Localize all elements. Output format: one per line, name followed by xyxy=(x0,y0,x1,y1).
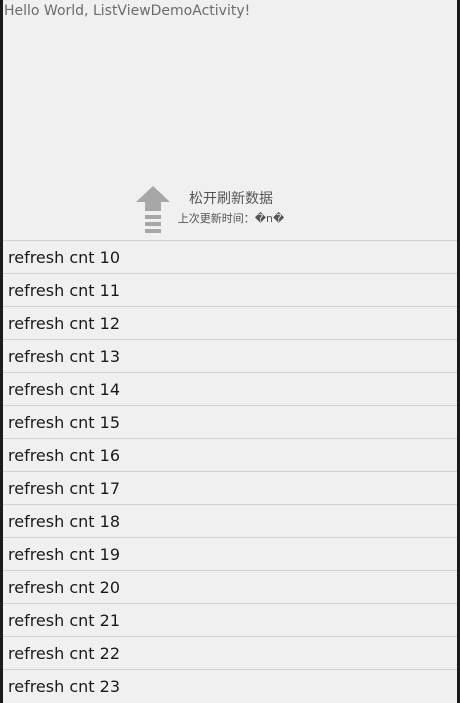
list-item[interactable]: refresh cnt 21 xyxy=(3,603,457,636)
list-item-label: refresh cnt 23 xyxy=(8,676,120,696)
list-item[interactable]: refresh cnt 17 xyxy=(3,471,457,504)
list-item[interactable]: refresh cnt 15 xyxy=(3,405,457,438)
list-item-label: refresh cnt 15 xyxy=(8,412,120,432)
list-item-label: refresh cnt 22 xyxy=(8,643,120,663)
up-arrow-icon xyxy=(136,186,170,233)
list-item[interactable]: refresh cnt 20 xyxy=(3,570,457,603)
list-item-label: refresh cnt 20 xyxy=(8,577,120,597)
list-item[interactable]: refresh cnt 16 xyxy=(3,438,457,471)
last-updated-text: 上次更新时间：�n� xyxy=(177,212,285,225)
list-item[interactable]: refresh cnt 19 xyxy=(3,537,457,570)
list-item[interactable]: refresh cnt 13 xyxy=(3,339,457,372)
list-item-label: refresh cnt 21 xyxy=(8,610,120,630)
refresh-list[interactable]: refresh cnt 10 refresh cnt 11 refresh cn… xyxy=(3,240,457,702)
list-item[interactable]: refresh cnt 22 xyxy=(3,636,457,669)
list-item[interactable]: refresh cnt 18 xyxy=(3,504,457,537)
list-item-label: refresh cnt 17 xyxy=(8,478,120,498)
pull-to-refresh-header: 松开刷新数据 上次更新时间：�n� xyxy=(3,182,457,239)
list-item[interactable]: refresh cnt 11 xyxy=(3,273,457,306)
list-item-label: refresh cnt 12 xyxy=(8,313,120,333)
list-item[interactable]: refresh cnt 14 xyxy=(3,372,457,405)
list-item-label: refresh cnt 19 xyxy=(8,544,120,564)
list-item[interactable]: refresh cnt 23 xyxy=(3,669,457,702)
list-item-label: refresh cnt 13 xyxy=(8,346,120,366)
list-item-label: refresh cnt 11 xyxy=(8,280,120,300)
list-item-label: refresh cnt 16 xyxy=(8,445,120,465)
list-item[interactable]: refresh cnt 10 xyxy=(3,240,457,273)
hello-text: Hello World, ListViewDemoActivity! xyxy=(4,3,251,19)
list-item-label: refresh cnt 14 xyxy=(8,379,120,399)
list-item-label: refresh cnt 10 xyxy=(8,247,120,267)
refresh-status-text: 松开刷新数据 xyxy=(189,191,273,207)
app-screen: Hello World, ListViewDemoActivity! 松开刷新数… xyxy=(0,0,460,703)
list-item[interactable]: refresh cnt 12 xyxy=(3,306,457,339)
list-item-label: refresh cnt 18 xyxy=(8,511,120,531)
